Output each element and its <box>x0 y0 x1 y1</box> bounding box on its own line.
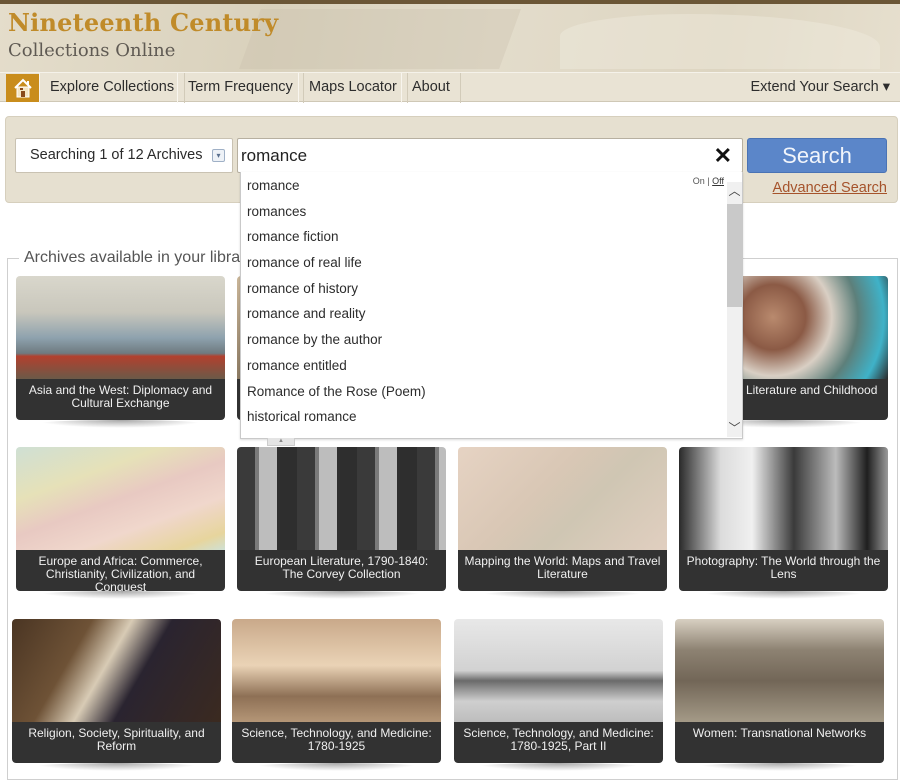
header-decoration <box>560 14 880 69</box>
archive-caption: Religion, Society, Spirituality, and Ref… <box>12 722 221 763</box>
tile-shadow <box>252 763 421 771</box>
resize-grip[interactable]: ▲ <box>267 438 295 446</box>
archive-tile[interactable]: Mapping the World: Maps and Travel Liter… <box>458 447 667 599</box>
chevron-down-icon: ▾ <box>212 149 225 162</box>
archive-tile[interactable]: Science, Technology, and Medicine: 1780-… <box>232 619 441 771</box>
suggestion-item[interactable]: historical romance <box>247 410 426 436</box>
home-icon <box>13 78 32 98</box>
archive-caption: Asia and the West: Diplomacy and Cultura… <box>16 379 225 420</box>
chevron-down-icon[interactable]: ﹀ <box>727 419 742 437</box>
search-button[interactable]: Search <box>747 138 887 173</box>
archive-tile[interactable]: European Literature, 1790-1840: The Corv… <box>237 447 446 599</box>
nav-about[interactable]: About <box>401 73 461 103</box>
suggestion-list: romance romances romance fiction romance… <box>247 179 426 436</box>
home-button[interactable] <box>6 74 39 102</box>
nav-explore-collections[interactable]: Explore Collections <box>39 73 186 103</box>
tile-shadow <box>36 420 205 428</box>
tile-shadow <box>36 591 205 599</box>
archive-image <box>454 619 663 722</box>
suggestion-scrollbar[interactable]: ︿ ﹀ <box>727 182 742 437</box>
archive-tile[interactable]: Women: Transnational Networks <box>675 619 884 771</box>
archive-selector-label: Searching 1 of 12 Archives <box>30 147 203 163</box>
archive-caption: European Literature, 1790-1840: The Corv… <box>237 550 446 591</box>
search-input[interactable] <box>241 139 701 172</box>
suggestions-toggle: On | Off <box>693 176 724 186</box>
search-field[interactable]: ✕ <box>237 138 743 173</box>
suggestion-item[interactable]: romance and reality <box>247 307 426 333</box>
archive-image <box>675 619 884 722</box>
archive-tile[interactable]: Religion, Society, Spirituality, and Ref… <box>12 619 221 771</box>
archive-caption: Science, Technology, and Medicine: 1780-… <box>232 722 441 763</box>
suggestion-item[interactable]: romance fiction <box>247 230 426 256</box>
archive-tile[interactable]: Asia and the West: Diplomacy and Cultura… <box>16 276 225 428</box>
archive-tile[interactable]: Europe and Africa: Commerce, Christianit… <box>16 447 225 599</box>
archive-image <box>237 447 446 550</box>
suggestion-item[interactable]: romance of history <box>247 281 426 308</box>
site-logo-title[interactable]: Nineteenth Century <box>8 8 278 37</box>
archive-selector[interactable]: Searching 1 of 12 Archives ▾ <box>15 138 233 173</box>
archive-image <box>232 619 441 722</box>
archive-image <box>458 447 667 550</box>
archive-caption: Europe and Africa: Commerce, Christianit… <box>16 550 225 594</box>
tile-shadow <box>699 591 868 599</box>
toggle-separator: | <box>707 176 710 186</box>
tile-shadow <box>474 763 643 771</box>
site-logo-subtitle[interactable]: Collections Online <box>8 40 175 61</box>
archive-caption: Mapping the World: Maps and Travel Liter… <box>458 550 667 591</box>
nav-term-frequency[interactable]: Term Frequency <box>177 73 304 103</box>
autocomplete-dropdown: On | Off romance romances romance fictio… <box>240 172 743 446</box>
archive-image <box>679 447 888 550</box>
tile-shadow <box>695 763 864 771</box>
chevron-up-icon[interactable]: ︿ <box>727 182 742 200</box>
suggestion-item[interactable]: Romance of the Rose (Poem) <box>247 384 426 411</box>
extend-search-menu[interactable]: Extend Your Search ▾ <box>751 73 891 103</box>
header-decoration <box>239 9 521 69</box>
caret-down-icon: ▾ <box>882 79 890 95</box>
archive-caption: Science, Technology, and Medicine: 1780-… <box>454 722 663 763</box>
suggestion-item[interactable]: romance entitled <box>247 358 426 385</box>
archive-tile[interactable]: Science, Technology, and Medicine: 1780-… <box>454 619 663 771</box>
clear-icon[interactable]: ✕ <box>714 144 732 168</box>
tile-shadow <box>257 591 426 599</box>
site-header: Nineteenth Century Collections Online <box>0 4 900 72</box>
nav-maps-locator[interactable]: Maps Locator <box>298 73 408 103</box>
toggle-off[interactable]: Off <box>712 176 724 186</box>
tile-shadow <box>32 763 201 771</box>
suggestion-item[interactable]: romance by the author <box>247 333 426 359</box>
advanced-search-link[interactable]: Advanced Search <box>773 180 887 196</box>
scrollbar-thumb[interactable] <box>727 204 742 307</box>
archive-image <box>16 276 225 379</box>
toggle-on[interactable]: On <box>693 176 705 186</box>
suggestion-item[interactable]: romance of real life <box>247 256 426 282</box>
suggestion-item[interactable]: romance <box>247 179 426 205</box>
archive-caption: Photography: The World through the Lens <box>679 550 888 591</box>
extend-search-label: Extend Your Search <box>750 79 879 95</box>
tile-shadow <box>478 591 647 599</box>
suggestion-item[interactable]: romances <box>247 204 426 231</box>
main-nav: Explore Collections Term Frequency Maps … <box>0 72 900 103</box>
archives-heading: Archives available in your library <box>19 249 259 267</box>
archive-image <box>12 619 221 722</box>
archive-image <box>16 447 225 550</box>
archive-caption: Women: Transnational Networks <box>675 722 884 763</box>
archive-tile[interactable]: Photography: The World through the Lens <box>679 447 888 599</box>
